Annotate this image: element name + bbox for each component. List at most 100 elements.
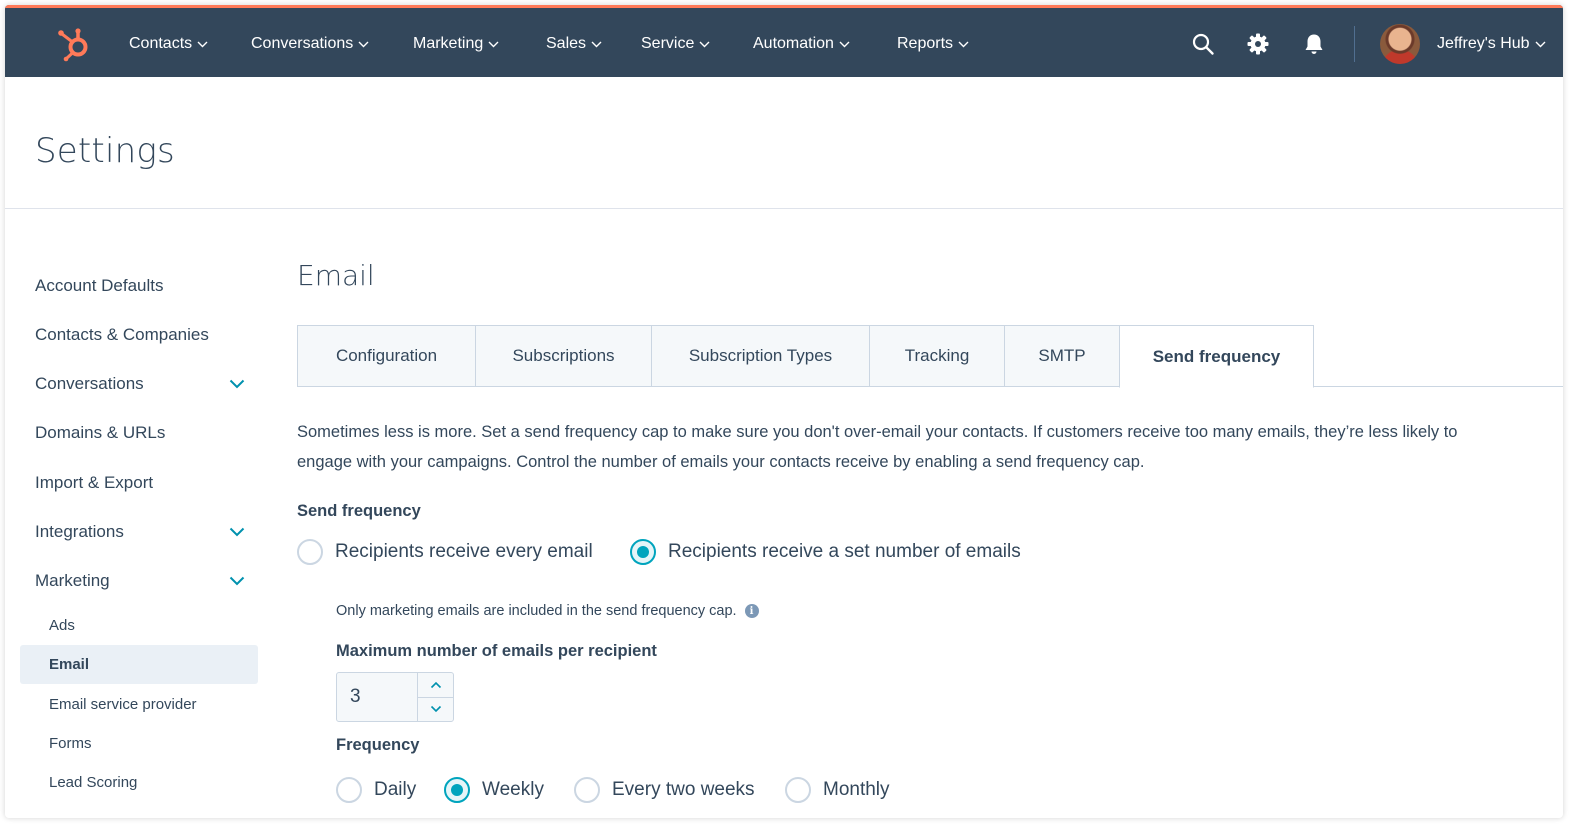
radio-button-checked[interactable] <box>444 777 470 803</box>
max-emails-label: Maximum number of emails per recipient <box>336 642 657 660</box>
send-frequency-description: Sometimes less is more. Set a send frequ… <box>297 417 1537 477</box>
tab-tracking[interactable]: Tracking <box>869 325 1005 387</box>
account-name: Jeffrey's Hub <box>1437 35 1530 52</box>
sidebar-item-label: Conversations <box>35 374 144 393</box>
decrement-button[interactable] <box>418 696 453 722</box>
tab-configuration[interactable]: Configuration <box>297 325 476 387</box>
stepper-buttons <box>417 673 453 721</box>
sidebar-item-conversations[interactable]: Conversations <box>35 369 245 399</box>
sidebar-subitem-lead-scoring[interactable]: Lead Scoring <box>49 770 137 794</box>
nav-marketing-label: Marketing <box>413 35 484 52</box>
hubspot-sprocket-icon[interactable] <box>53 24 93 64</box>
tab-label: Send frequency <box>1152 346 1281 366</box>
gear-icon[interactable] <box>1246 32 1270 56</box>
nav-conversations-label: Conversations <box>251 35 354 52</box>
avatar[interactable] <box>1380 24 1420 64</box>
increment-button[interactable] <box>418 673 453 697</box>
nav-automation[interactable]: Automation <box>753 8 850 80</box>
sidebar-subitem-email-service-provider[interactable]: Email service provider <box>49 692 197 716</box>
description-line: engage with your campaigns. Control the … <box>297 453 1145 471</box>
sidebar-item-label: Marketing <box>35 571 110 590</box>
account-menu[interactable]: Jeffrey's Hub <box>1437 8 1546 80</box>
sidebar-item-label: Account Defaults <box>35 276 164 295</box>
sidebar-item-contacts-companies[interactable]: Contacts & Companies <box>35 320 245 350</box>
app-window: Contacts Conversations Marketing Sales S… <box>5 5 1563 818</box>
tab-label: Tracking <box>904 346 970 365</box>
chevron-down-icon <box>839 41 850 47</box>
chevron-down-icon <box>358 41 369 47</box>
radio-label: Weekly <box>482 779 544 800</box>
sidebar-item-import-export[interactable]: Import & Export <box>35 468 245 498</box>
max-emails-stepper <box>336 672 454 722</box>
nav-marketing[interactable]: Marketing <box>413 8 499 80</box>
chevron-down-icon <box>488 41 499 47</box>
nav-contacts[interactable]: Contacts <box>129 8 208 80</box>
info-icon[interactable]: i <box>744 604 759 618</box>
send-frequency-note: Only marketing emails are included in th… <box>336 603 759 619</box>
max-emails-input[interactable] <box>337 673 417 721</box>
radio-set-number[interactable]: Recipients receive a set number of email… <box>630 539 1021 565</box>
top-navigation-bar: Contacts Conversations Marketing Sales S… <box>5 5 1563 77</box>
tab-label: Configuration <box>335 346 438 365</box>
sidebar-subitem-email[interactable]: Email <box>49 652 89 676</box>
radio-label: Monthly <box>823 779 890 800</box>
page-title: Settings <box>35 131 175 171</box>
nav-conversations[interactable]: Conversations <box>251 8 369 80</box>
sidebar-item-marketing[interactable]: Marketing <box>35 566 245 596</box>
radio-monthly[interactable]: Monthly <box>785 777 890 803</box>
radio-button[interactable] <box>785 777 811 803</box>
chevron-down-icon[interactable] <box>229 576 245 586</box>
sidebar-subitem-label: Email service provider <box>49 695 197 713</box>
radio-button[interactable] <box>297 539 323 565</box>
tab-label: Subscription Types <box>688 346 833 365</box>
sidebar-item-label: Contacts & Companies <box>35 325 209 344</box>
nav-reports[interactable]: Reports <box>897 8 969 80</box>
search-icon[interactable] <box>1191 32 1215 56</box>
chevron-down-icon[interactable] <box>229 379 245 389</box>
radio-every-two-weeks[interactable]: Every two weeks <box>574 777 755 803</box>
nav-divider <box>1354 26 1355 62</box>
nav-sales[interactable]: Sales <box>546 8 602 80</box>
chevron-down-icon[interactable] <box>229 527 245 537</box>
nav-reports-label: Reports <box>897 35 954 52</box>
settings-sidebar: Account Defaults Contacts & Companies Co… <box>5 209 265 818</box>
sidebar-subitem-label: Email <box>49 655 90 673</box>
radio-label: Daily <box>374 779 417 800</box>
nav-automation-label: Automation <box>753 35 834 52</box>
radio-label: Recipients receive a set number of email… <box>668 541 1021 562</box>
sidebar-subitem-label: Forms <box>49 734 92 752</box>
radio-label: Recipients receive every email <box>335 541 593 562</box>
sidebar-item-account-defaults[interactable]: Account Defaults <box>35 271 245 301</box>
chevron-down-icon <box>430 706 441 713</box>
sidebar-item-integrations[interactable]: Integrations <box>35 517 245 547</box>
sidebar-subitem-ads[interactable]: Ads <box>49 613 75 637</box>
radio-weekly[interactable]: Weekly <box>444 777 544 803</box>
chevron-down-icon <box>591 41 602 47</box>
radio-button-checked[interactable] <box>630 539 656 565</box>
tab-subscription-types[interactable]: Subscription Types <box>651 325 870 387</box>
sidebar-item-label: Integrations <box>35 522 124 541</box>
sidebar-subitem-label: Ads <box>49 616 75 634</box>
chevron-down-icon <box>1535 41 1546 47</box>
bell-icon[interactable] <box>1302 32 1326 56</box>
nav-service[interactable]: Service <box>641 8 710 80</box>
sidebar-subitem-forms[interactable]: Forms <box>49 731 92 755</box>
radio-every-email[interactable]: Recipients receive every email <box>297 539 593 565</box>
tab-label: Subscriptions <box>512 346 615 365</box>
section-title: Email <box>297 259 375 292</box>
radio-daily[interactable]: Daily <box>336 777 416 803</box>
frequency-label: Frequency <box>336 736 420 754</box>
sidebar-item-label: Domains & URLs <box>35 423 166 442</box>
radio-button[interactable] <box>336 777 362 803</box>
radio-label: Every two weeks <box>612 779 755 800</box>
tab-smtp[interactable]: SMTP <box>1004 325 1120 387</box>
note-text: Only marketing emails are included in th… <box>336 603 737 619</box>
radio-button[interactable] <box>574 777 600 803</box>
tab-send-frequency[interactable]: Send frequency <box>1119 325 1314 388</box>
tab-label: SMTP <box>1038 346 1086 365</box>
chevron-down-icon <box>958 41 969 47</box>
nav-service-label: Service <box>641 35 695 52</box>
tab-subscriptions[interactable]: Subscriptions <box>475 325 652 387</box>
sidebar-item-domains-urls[interactable]: Domains & URLs <box>35 418 245 448</box>
description-line: Sometimes less is more. Set a send frequ… <box>297 423 1458 441</box>
